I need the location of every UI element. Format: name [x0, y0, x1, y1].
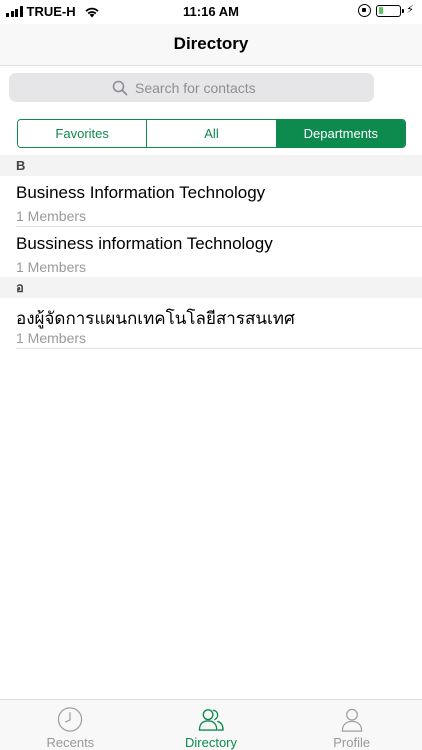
rotation-lock-icon	[358, 4, 372, 17]
tab-profile[interactable]: Profile	[281, 700, 422, 750]
section-header-b: B	[0, 155, 422, 176]
department-list-item[interactable]: องผู้จัดการแผนกเทคโนโลยีสารสนเทศ 1 Membe…	[16, 298, 422, 349]
section-header-thai: อ	[0, 277, 422, 298]
navigation-bar: Directory	[0, 24, 422, 66]
status-bar: TRUE-H 11:16 AM ⚡	[0, 0, 422, 24]
department-name: Bussiness information Technology	[16, 234, 273, 253]
department-name: Business Information Technology	[16, 183, 266, 202]
battery-icon	[376, 4, 405, 17]
directory-filter-segmented-control: Favorites All Departments	[17, 119, 406, 148]
page-title: Directory	[173, 34, 249, 53]
member-count: 1 Members	[16, 259, 87, 275]
tab-directory-label: Directory	[185, 735, 238, 750]
charging-bolt-icon: ⚡	[406, 4, 414, 16]
person-icon	[341, 708, 362, 732]
people-icon	[198, 709, 224, 731]
clock-icon	[58, 707, 83, 732]
department-list-item[interactable]: Business Information Technology 1 Member…	[16, 176, 422, 227]
search-bar[interactable]	[9, 73, 374, 102]
battery-level	[378, 7, 383, 14]
tab-recents-label: Recents	[46, 735, 95, 750]
member-count: 1 Members	[16, 330, 87, 346]
member-count: 1 Members	[16, 208, 87, 224]
search-input[interactable]	[135, 79, 271, 96]
segment-favorites[interactable]: Favorites	[18, 120, 148, 147]
department-name: องผู้จัดการแผนกเทคโนโลยีสารสนเทศ	[16, 309, 295, 328]
tab-recents[interactable]: Recents	[0, 700, 141, 750]
search-icon	[112, 80, 128, 95]
status-right: ⚡	[358, 4, 414, 17]
tab-profile-label: Profile	[333, 735, 371, 750]
segment-departments[interactable]: Departments	[276, 120, 405, 147]
tab-directory[interactable]: Directory	[141, 700, 282, 750]
tab-bar: Recents Directory Profile	[0, 699, 422, 750]
segment-all[interactable]: All	[147, 120, 277, 147]
department-list-item[interactable]: Bussiness information Technology 1 Membe…	[16, 227, 422, 278]
